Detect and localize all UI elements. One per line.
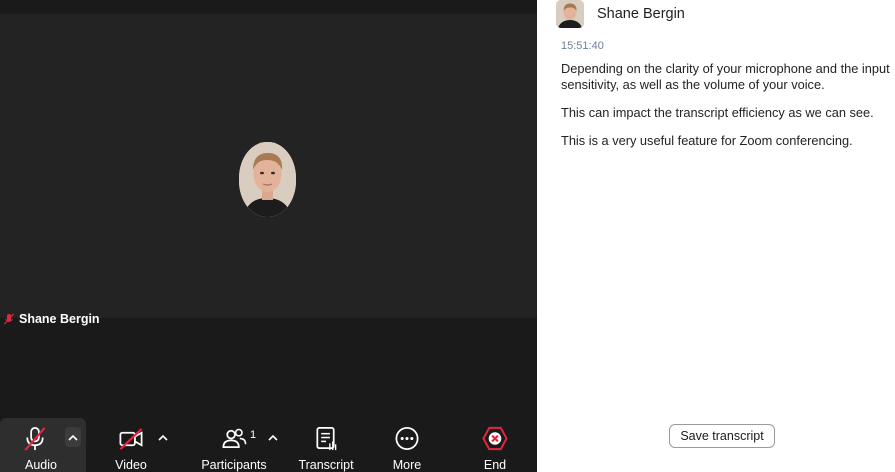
save-transcript-button[interactable]: Save transcript <box>669 424 775 448</box>
mic-muted-icon <box>4 313 14 325</box>
participant-avatar <box>239 142 296 217</box>
audio-label: Audio <box>25 458 57 472</box>
more-options-icon <box>395 427 419 450</box>
meeting-toolbar: Audio Video Participants 1 Transcript Mo… <box>0 418 537 472</box>
more-label: More <box>392 458 422 472</box>
chevron-up-icon <box>158 434 168 441</box>
participants-icon <box>222 428 247 449</box>
microphone-muted-icon <box>24 427 46 451</box>
end-label: End <box>483 458 507 472</box>
chevron-up-icon <box>68 434 78 441</box>
speaker-name: Shane Bergin <box>597 6 685 22</box>
transcript-line: This is a very useful feature for Zoom c… <box>561 133 853 148</box>
transcript-icon <box>316 427 337 451</box>
transcript-line: Depending on the clarity of your microph… <box>561 61 890 92</box>
video-camera-off-icon <box>119 428 143 450</box>
chevron-up-icon <box>268 434 278 441</box>
transcript-label: Transcript <box>298 458 354 472</box>
transcript-speaker: Shane Bergin <box>556 0 685 28</box>
more-button[interactable]: More <box>382 418 432 472</box>
meeting-area: Shane Bergin Audio Video Participants 1 … <box>0 0 537 472</box>
end-meeting-icon <box>482 426 508 451</box>
video-options-caret[interactable] <box>155 427 171 447</box>
transcript-line: This can impact the transcript efficienc… <box>561 105 874 120</box>
participant-name: Shane Bergin <box>19 312 100 326</box>
audio-options-caret[interactable] <box>65 427 81 447</box>
video-label: Video <box>115 458 147 472</box>
participant-name-tag: Shane Bergin <box>4 312 100 326</box>
participants-button[interactable]: Participants <box>198 418 270 472</box>
transcript-text: Depending on the clarity of your microph… <box>561 61 891 161</box>
speaker-avatar <box>556 0 584 28</box>
participants-label: Participants <box>201 458 267 472</box>
video-tile[interactable]: Shane Bergin <box>0 14 537 326</box>
transcript-button[interactable]: Transcript <box>296 418 356 472</box>
transcript-panel: Shane Bergin 15:51:40 Depending on the c… <box>537 0 895 472</box>
participants-count: 1 <box>250 429 257 441</box>
transcript-timestamp: 15:51:40 <box>561 40 604 52</box>
video-button[interactable]: Video <box>106 418 156 472</box>
participants-options-caret[interactable] <box>265 427 281 447</box>
end-meeting-button[interactable]: End <box>475 418 515 472</box>
